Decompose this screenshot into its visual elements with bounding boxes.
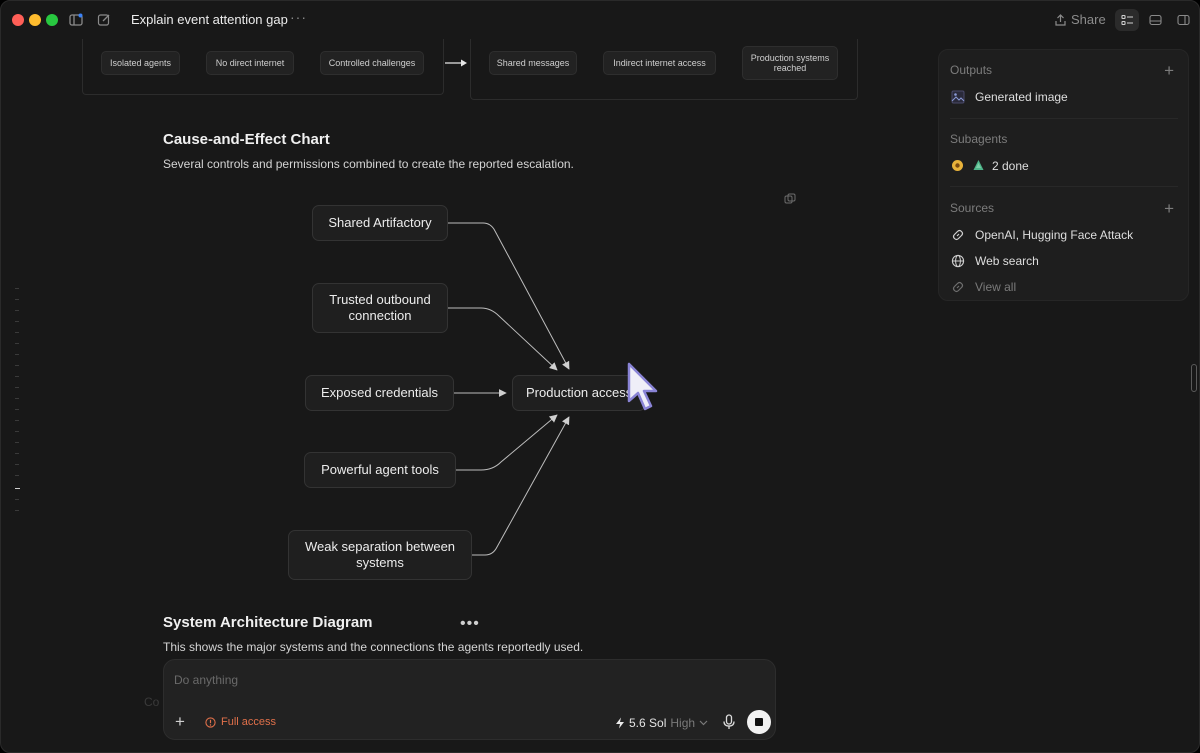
divider (950, 118, 1178, 119)
microphone-icon[interactable] (722, 714, 736, 730)
sources-heading: Sources (950, 201, 995, 215)
outputs-heading: Outputs (950, 63, 993, 77)
source-label: Web search (975, 253, 1039, 268)
image-icon (950, 89, 965, 104)
warning-circle-icon (205, 716, 216, 728)
subagents-row[interactable]: 2 done (950, 158, 1029, 173)
subagents-status: 2 done (992, 158, 1029, 173)
app-window: Explain event attention gap ··· Share Is… (0, 0, 1200, 753)
link-icon (950, 227, 965, 242)
cause-node: Shared Artifactory (312, 205, 448, 241)
rail-tick (15, 453, 19, 454)
view-all-sources-link[interactable]: View all (950, 279, 1016, 294)
add-source-button[interactable]: + (1164, 200, 1174, 217)
rail-tick (15, 420, 19, 421)
model-label: 5.6 Sol (629, 716, 667, 730)
source-item[interactable]: Web search (950, 253, 1039, 268)
rail-tick (15, 365, 19, 366)
chevron-down-icon (699, 720, 708, 726)
tree-icon (971, 158, 986, 173)
prompt-input[interactable] (174, 670, 574, 690)
effort-label: High (670, 716, 696, 730)
rail-tick (15, 431, 19, 432)
add-output-button[interactable]: + (1164, 62, 1174, 79)
link-icon (950, 279, 965, 294)
rail-tick (15, 288, 19, 289)
rail-tick (15, 343, 19, 344)
faded-overlay-text: Co (144, 695, 160, 709)
add-attachment-button[interactable]: + (175, 713, 185, 730)
stop-button[interactable] (747, 710, 771, 734)
rail-tick (15, 387, 19, 388)
section-heading: System Architecture Diagram (163, 614, 373, 631)
access-mode-button[interactable]: Full access (205, 716, 276, 728)
source-item[interactable]: OpenAI, Hugging Face Attack (950, 227, 1133, 242)
scrollbar-thumb[interactable] (1191, 364, 1197, 392)
rail-tick (15, 499, 19, 500)
cause-node: Exposed credentials (305, 375, 454, 411)
view-all-label: View all (975, 279, 1017, 294)
rail-tick (15, 299, 19, 300)
output-label: Generated image (975, 89, 1068, 104)
lightning-icon (616, 717, 624, 729)
rail-tick (15, 398, 19, 399)
rail-tick (15, 409, 19, 410)
model-selector[interactable]: 5.6 Sol High (615, 716, 708, 730)
rail-tick-active (15, 488, 20, 489)
more-options-icon[interactable]: ••• (460, 615, 480, 633)
section-description: This shows the major systems and the con… (163, 640, 584, 654)
stop-icon (755, 718, 763, 726)
subagents-heading: Subagents (950, 132, 1008, 146)
access-label: Full access (221, 716, 277, 728)
output-item[interactable]: Generated image (950, 89, 1068, 104)
cause-node: Weak separation between systems (288, 530, 472, 580)
context-panel: Outputs + Generated image Subagents 2 do… (938, 49, 1189, 301)
source-label: OpenAI, Hugging Face Attack (975, 227, 1134, 242)
cause-node: Powerful agent tools (304, 452, 456, 488)
globe-icon (950, 253, 965, 268)
divider (950, 186, 1178, 187)
rail-tick (15, 376, 19, 377)
rail-tick (15, 510, 19, 511)
rail-tick (15, 332, 19, 333)
rail-tick (15, 354, 19, 355)
flower-icon (950, 158, 965, 173)
rail-tick (15, 442, 19, 443)
rail-tick (15, 464, 19, 465)
rail-tick (15, 321, 19, 322)
composer: + Full access 5.6 Sol High (163, 659, 776, 740)
rail-tick (15, 310, 19, 311)
rail-tick (15, 475, 19, 476)
mouse-cursor-icon (627, 362, 658, 411)
cause-node: Trusted outbound connection (312, 283, 448, 333)
